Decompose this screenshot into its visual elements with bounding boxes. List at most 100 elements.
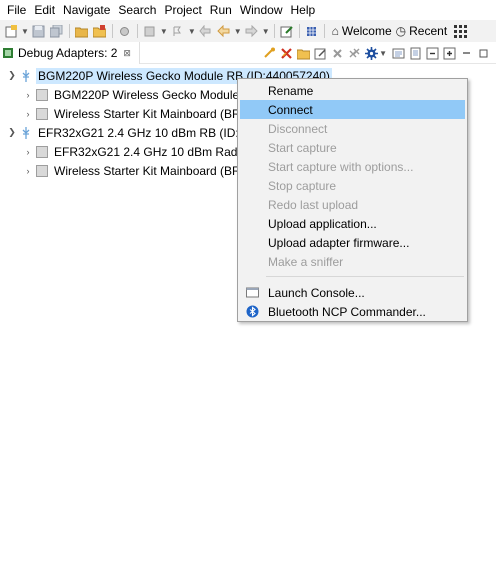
menu-bar: File Edit Navigate Search Project Run Wi…: [0, 0, 496, 20]
debug-adapters-icon: [3, 47, 15, 59]
menu-item-redo-last-upload[interactable]: Redo last upload: [240, 195, 465, 214]
menu-item-upload-adapter-firmware[interactable]: Upload adapter firmware...: [240, 233, 465, 252]
chevron-right-icon[interactable]: ›: [22, 109, 34, 119]
open-project-icon[interactable]: [93, 24, 107, 38]
collapse-all-icon[interactable]: [425, 46, 439, 60]
forward-icon[interactable]: [245, 24, 259, 38]
menu-item-label: Make a sniffer: [268, 254, 344, 269]
chevron-right-icon[interactable]: ›: [22, 147, 34, 157]
grid-menu-icon[interactable]: [453, 24, 467, 38]
menu-run[interactable]: Run: [206, 0, 236, 20]
document-view-icon[interactable]: [408, 46, 422, 60]
new-dropdown-icon[interactable]: ▼: [21, 27, 29, 36]
menu-item-connect[interactable]: Connect: [240, 100, 465, 119]
forward-dropdown-icon[interactable]: ▼: [262, 27, 270, 36]
open-folder-icon[interactable]: [296, 46, 310, 60]
menu-navigate[interactable]: Navigate: [59, 0, 114, 20]
welcome-button[interactable]: ⌂ Welcome: [332, 24, 392, 38]
new-icon[interactable]: [4, 24, 18, 38]
remove-icon[interactable]: [330, 46, 344, 60]
menu-item-upload-application[interactable]: Upload application...: [240, 214, 465, 233]
board-icon: [36, 145, 48, 158]
menu-item-start-capture-options[interactable]: Start capture with options...: [240, 157, 465, 176]
recent-label: Recent: [409, 24, 448, 38]
annotation-dropdown-icon[interactable]: ▼: [188, 27, 196, 36]
back-icon[interactable]: [199, 24, 213, 38]
build-dropdown-icon[interactable]: ▼: [160, 27, 168, 36]
expand-all-icon[interactable]: [442, 46, 456, 60]
gear-dropdown-icon[interactable]: ▼: [379, 49, 387, 58]
menu-item-start-capture[interactable]: Start capture: [240, 138, 465, 157]
menu-item-label: Upload adapter firmware...: [268, 235, 410, 250]
chevron-right-icon[interactable]: ›: [22, 90, 34, 100]
tree-label: BGM220P Wireless Gecko Module: [54, 87, 240, 102]
menu-item-label: Launch Console...: [268, 285, 365, 300]
menu-item-label: Redo last upload: [268, 197, 359, 212]
menu-item-disconnect[interactable]: Disconnect: [240, 119, 465, 138]
gear-icon[interactable]: [364, 46, 378, 60]
menu-file[interactable]: File: [3, 0, 30, 20]
menu-item-rename[interactable]: Rename: [240, 81, 465, 100]
menu-item-launch-console[interactable]: Launch Console...: [240, 283, 465, 302]
minimize-icon[interactable]: [459, 46, 473, 60]
tree-row-board[interactable]: › BGM220P Wireless Gecko Module: [22, 85, 241, 104]
toolbar-separator: [298, 24, 300, 38]
welcome-label: Welcome: [341, 24, 392, 38]
open-folder-icon[interactable]: [75, 24, 89, 38]
tree-label: Wireless Starter Kit Mainboard (BR: [54, 163, 241, 178]
menu-project[interactable]: Project: [160, 0, 205, 20]
menu-item-label: Stop capture: [268, 178, 337, 193]
adapter-icon: [20, 126, 32, 139]
back-dropdown-icon[interactable]: ▼: [234, 27, 242, 36]
close-icon[interactable]: ⊠: [123, 48, 131, 59]
context-menu: Rename Connect Disconnect Start capture …: [237, 78, 468, 322]
view-toolbar: ▼: [259, 42, 490, 64]
toolbar-separator: [136, 24, 138, 38]
toolbar-separator: [273, 24, 275, 38]
menu-item-bluetooth-ncp-commander[interactable]: Bluetooth NCP Commander...: [240, 302, 465, 321]
grid-icon[interactable]: [305, 24, 319, 38]
menu-separator: [266, 276, 464, 277]
menu-item-label: Disconnect: [268, 121, 328, 136]
view-header: Debug Adapters: 2 ⊠ ▼: [0, 42, 496, 64]
chevron-right-icon[interactable]: ›: [22, 166, 34, 176]
save-all-icon[interactable]: [50, 24, 64, 38]
chevron-down-icon[interactable]: ❯: [6, 127, 18, 138]
tree-row-board[interactable]: › EFR32xG21 2.4 GHz 10 dBm Radio: [22, 142, 249, 161]
refresh-icon[interactable]: [262, 46, 276, 60]
toolbar-separator: [323, 24, 325, 38]
menu-item-label: Rename: [268, 83, 314, 98]
recent-button[interactable]: ◷ Recent: [396, 24, 448, 38]
tree-row-adapter[interactable]: ❯ EFR32xG21 2.4 GHz 10 dBm RB (ID:44: [6, 123, 254, 142]
chevron-down-icon[interactable]: ❯: [6, 70, 18, 81]
menu-search[interactable]: Search: [114, 0, 160, 20]
remove-all-icon[interactable]: [347, 46, 361, 60]
menu-item-make-sniffer[interactable]: Make a sniffer: [240, 252, 465, 271]
disconnect-all-icon[interactable]: [279, 46, 293, 60]
edit-perspective-icon[interactable]: [280, 24, 294, 38]
maximize-icon[interactable]: [476, 46, 490, 60]
save-icon[interactable]: [32, 24, 46, 38]
tree-label: Wireless Starter Kit Mainboard (BR: [54, 106, 241, 121]
tree-label: EFR32xG21 2.4 GHz 10 dBm Radio: [54, 144, 247, 159]
tab-debug-adapters[interactable]: Debug Adapters: 2 ⊠: [0, 42, 140, 64]
main-toolbar: ▼ ▼ ▼ ▼ ▼ ⌂ Welcome ◷ Recent: [0, 20, 496, 42]
clock-icon: ◷: [395, 24, 407, 38]
menu-item-label: Connect: [268, 102, 313, 117]
build-icon[interactable]: [143, 24, 157, 38]
tree-row-board[interactable]: › Wireless Starter Kit Mainboard (BR: [22, 161, 243, 180]
menu-help[interactable]: Help: [287, 0, 320, 20]
menu-item-stop-capture[interactable]: Stop capture: [240, 176, 465, 195]
edit-icon[interactable]: [313, 46, 327, 60]
menu-window[interactable]: Window: [236, 0, 287, 20]
menu-item-label: Start capture: [268, 140, 337, 155]
console-view-icon[interactable]: [391, 46, 405, 60]
next-annotation-icon[interactable]: [171, 24, 185, 38]
back-history-icon[interactable]: [217, 24, 231, 38]
board-icon: [36, 107, 48, 120]
menu-edit[interactable]: Edit: [30, 0, 59, 20]
console-icon: [246, 286, 259, 299]
menu-item-label: Upload application...: [268, 216, 377, 231]
debug-icon[interactable]: [118, 24, 132, 38]
tree-row-board[interactable]: › Wireless Starter Kit Mainboard (BR: [22, 104, 243, 123]
